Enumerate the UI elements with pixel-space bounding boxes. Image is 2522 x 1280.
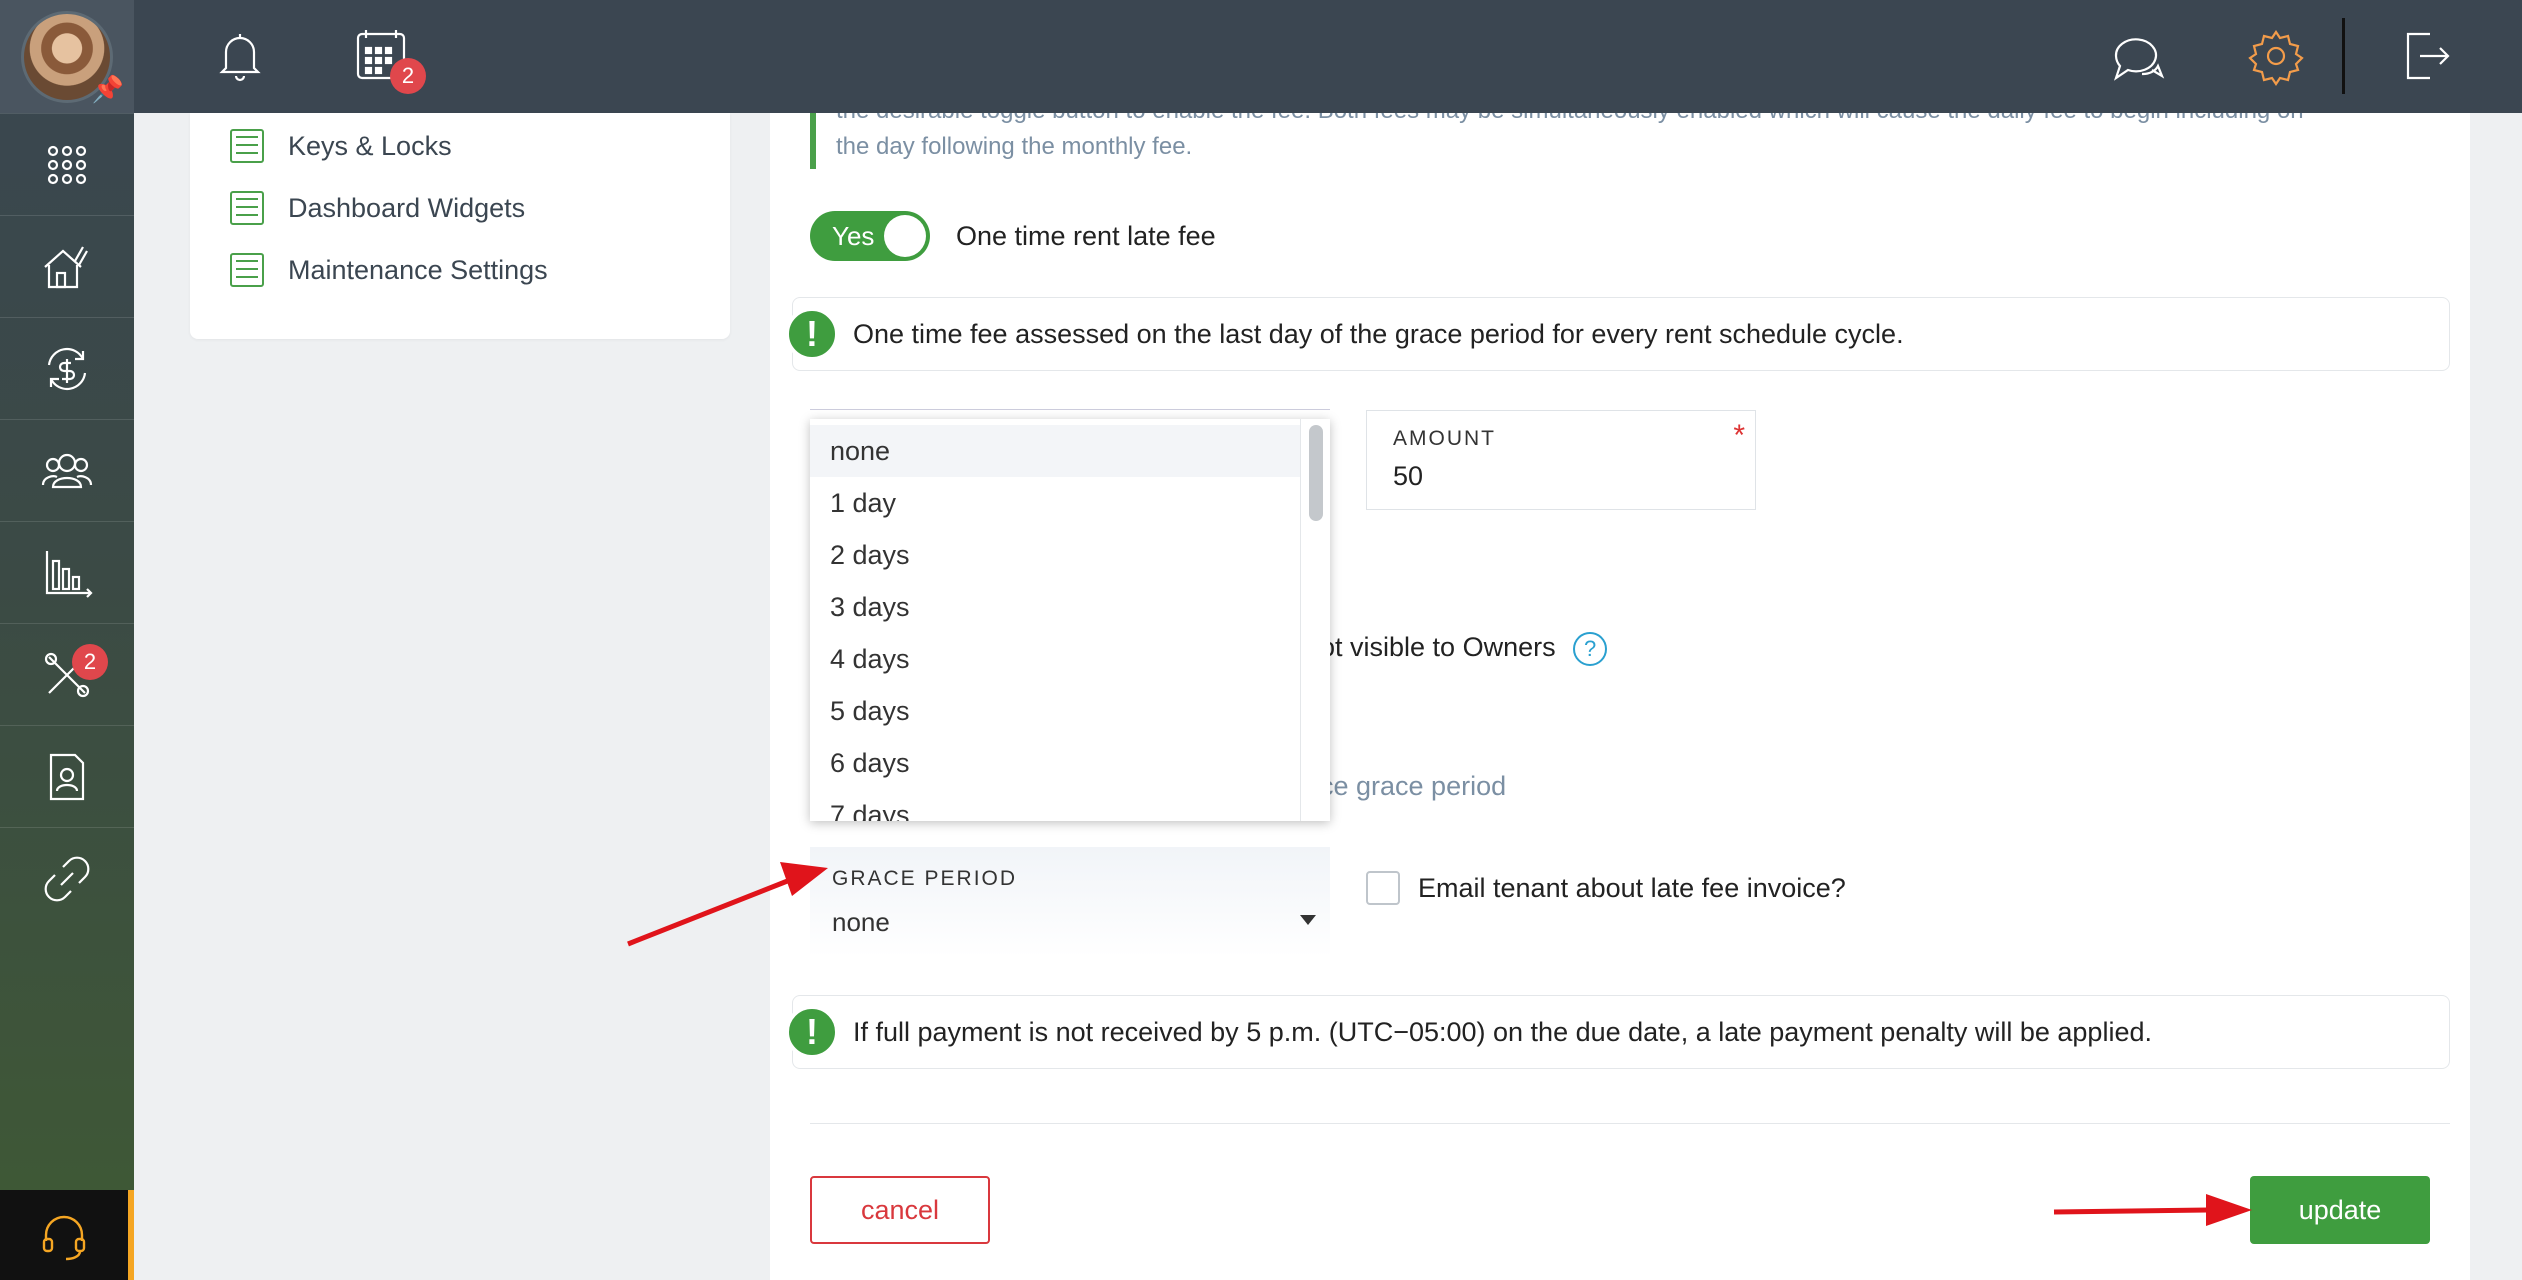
help-icon[interactable]: ? <box>1573 632 1608 666</box>
rail-item-reports[interactable] <box>0 521 134 623</box>
reports-icon <box>45 550 93 598</box>
late-fee-settings-card: the desirable toggle button to enable th… <box>770 113 2470 1280</box>
gear-icon <box>2248 30 2304 86</box>
rail-item-properties[interactable] <box>0 215 134 317</box>
late-fee-note: the desirable toggle button to enable th… <box>810 113 2450 169</box>
amount-label: AMOUNT <box>1393 427 1496 450</box>
properties-icon <box>44 245 88 288</box>
maintenance-badge: 2 <box>72 644 108 680</box>
dropdown-option-none[interactable]: none <box>810 425 1300 477</box>
rail-item-maintenance[interactable]: 2 <box>0 623 134 725</box>
toggle-state: Yes <box>832 220 875 251</box>
one-time-fee-toggle[interactable]: Yes <box>810 211 930 261</box>
grace-period-value: none <box>832 907 890 937</box>
user-avatar-area[interactable]: 📌 <box>0 0 134 113</box>
side-item-maintenance-settings[interactable]: Maintenance Settings <box>190 239 730 301</box>
documents-icon <box>49 753 85 800</box>
late-payment-info: ! If full payment is not received by 5 p… <box>785 995 2450 1069</box>
note-line-1: the desirable toggle button to enable th… <box>836 113 2450 129</box>
select-top-edge <box>810 409 1330 419</box>
amount-input[interactable]: 50 <box>1393 461 1729 492</box>
rail-item-integrations[interactable] <box>0 827 134 929</box>
alert-icon: ! <box>785 307 839 361</box>
integrations-icon <box>44 856 90 901</box>
dropdown-scrollbar[interactable] <box>1300 419 1330 821</box>
dropdown-option-3-days[interactable]: 3 days <box>810 581 1300 633</box>
topbar-divider <box>2342 18 2345 94</box>
maintenance-settings-icon <box>230 253 264 287</box>
dropdown-option-7-days[interactable]: 7 days <box>810 789 1300 822</box>
calendar-badge: 2 <box>390 58 426 94</box>
one-time-fee-toggle-row: Yes One time rent late fee <box>810 211 1216 261</box>
top-bar: 2 <box>134 0 2522 113</box>
chat-icon <box>2113 38 2165 81</box>
side-item-label: Maintenance Settings <box>288 254 548 285</box>
grace-period-dropdown[interactable]: none 1 day 2 days 3 days 4 days 5 days 6… <box>810 419 1330 821</box>
email-tenant-checkbox[interactable] <box>1366 871 1400 905</box>
notifications-button[interactable] <box>210 26 270 86</box>
chevron-down-icon <box>1300 915 1316 925</box>
settings-button[interactable] <box>2246 26 2306 86</box>
side-item-dashboard-widgets[interactable]: Dashboard Widgets <box>190 177 730 239</box>
left-nav-rail: 📌 2 <box>0 0 134 1280</box>
required-marker: * <box>1733 419 1745 452</box>
accounting-icon <box>47 347 87 390</box>
toggle-knob <box>884 215 926 257</box>
email-tenant-label: Email tenant about late fee invoice? <box>1418 872 1846 903</box>
settings-side-panel: Keys & Locks Dashboard Widgets Maintenan… <box>190 113 730 339</box>
side-item-label: Keys & Locks <box>288 130 452 161</box>
logout-button[interactable] <box>2396 26 2456 86</box>
support-button[interactable] <box>0 1190 134 1280</box>
dropdown-option-5-days[interactable]: 5 days <box>810 685 1300 737</box>
grace-period-select[interactable]: GRACE PERIOD none <box>810 847 1330 957</box>
info-text: If full payment is not received by 5 p.m… <box>853 1016 2152 1047</box>
toggle-label: One time rent late fee <box>956 220 1216 251</box>
pin-icon[interactable]: 📌 <box>92 74 124 105</box>
cancel-button[interactable]: cancel <box>810 1176 990 1244</box>
key-icon <box>230 129 264 163</box>
people-icon <box>41 453 93 488</box>
grace-period-label: GRACE PERIOD <box>832 867 1018 890</box>
dropdown-option-1-day[interactable]: 1 day <box>810 477 1300 529</box>
bell-icon <box>219 34 261 82</box>
rail-item-people[interactable] <box>0 419 134 521</box>
rail-item-accounting[interactable] <box>0 317 134 419</box>
logout-icon <box>2406 32 2450 80</box>
email-tenant-row: Email tenant about late fee invoice? <box>1366 871 1846 905</box>
dropdown-option-6-days[interactable]: 6 days <box>810 737 1300 789</box>
grace-period-hint: ce grace period <box>1320 771 1507 801</box>
headset-icon <box>42 1215 86 1261</box>
dropdown-option-4-days[interactable]: 4 days <box>810 633 1300 685</box>
owners-visibility-text: ot visible to Owners ? <box>1320 632 1608 666</box>
side-item-label: Dashboard Widgets <box>288 192 526 223</box>
info-text: One time fee assessed on the last day of… <box>853 318 1904 349</box>
owners-visibility-label: ot visible to Owners <box>1320 632 1556 663</box>
widgets-icon <box>230 191 264 225</box>
apps-grid-icon <box>47 145 87 184</box>
amount-field[interactable]: AMOUNT 50 * <box>1366 410 1756 510</box>
chat-button[interactable] <box>2106 26 2166 86</box>
update-button[interactable]: update <box>2250 1176 2430 1244</box>
dropdown-scrollbar-thumb[interactable] <box>1309 425 1323 521</box>
footer-divider <box>810 1123 2450 1124</box>
rail-item-documents[interactable] <box>0 725 134 827</box>
side-item-keys-locks[interactable]: Keys & Locks <box>190 115 730 177</box>
note-line-2: the day following the monthly fee. <box>836 133 1193 160</box>
alert-icon: ! <box>785 1005 839 1059</box>
dropdown-option-2-days[interactable]: 2 days <box>810 529 1300 581</box>
rail-item-apps[interactable] <box>0 113 134 215</box>
one-time-fee-info: ! One time fee assessed on the last day … <box>785 297 2450 371</box>
